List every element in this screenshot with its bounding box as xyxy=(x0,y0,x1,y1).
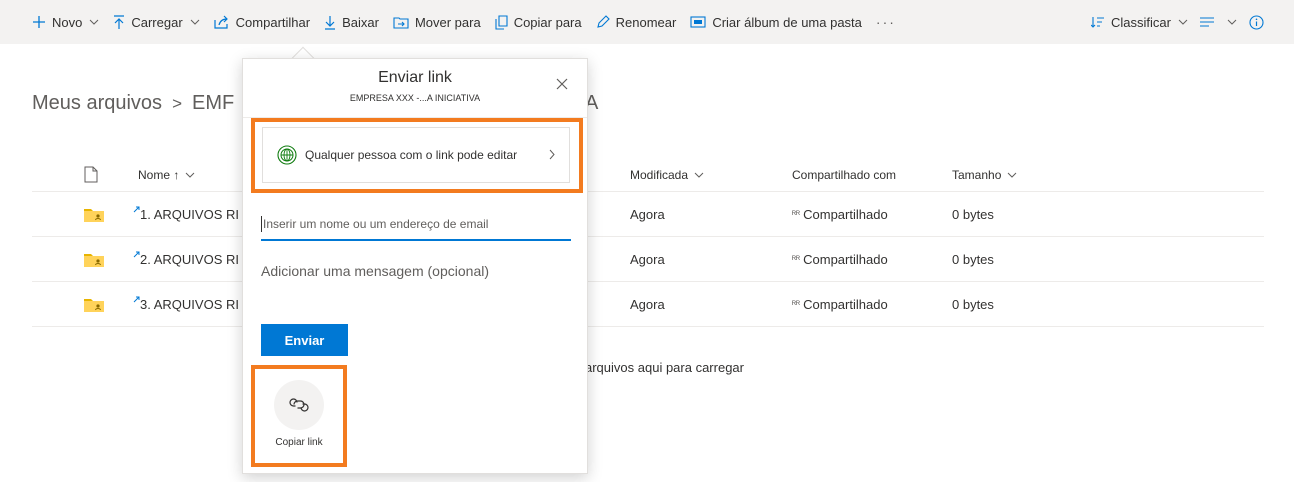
more-options-button[interactable]: ··· xyxy=(876,0,896,44)
file-name[interactable]: 3. ARQUIVOS RI xyxy=(140,282,239,326)
upload-button[interactable]: Carregar xyxy=(113,0,200,44)
file-shared-with: ᴿᴿ Compartilhado xyxy=(792,237,888,281)
move-to-button[interactable]: Mover para xyxy=(393,0,481,44)
sort-icon xyxy=(1091,16,1105,28)
link-settings-button[interactable]: Qualquer pessoa com o link pode editar xyxy=(262,127,570,183)
send-button[interactable]: Enviar xyxy=(261,324,348,356)
chevron-right-icon xyxy=(549,147,555,165)
table-row[interactable]: 3. ARQUIVOS RI Agora ᴿᴿ Compartilhado 0 … xyxy=(32,282,1264,327)
file-size: 0 bytes xyxy=(952,296,994,312)
chevron-down-icon xyxy=(1007,172,1017,178)
file-list-header: Nome ↑ Modificada Compartilhado com Tama… xyxy=(32,158,1264,192)
chevron-down-icon xyxy=(190,19,200,25)
create-album-button-label: Criar álbum de uma pasta xyxy=(712,14,862,30)
breadcrumb-root[interactable]: Meus arquivos xyxy=(32,92,162,114)
command-bar-right: Classificar xyxy=(1091,0,1282,44)
share-panel-subtitle: EMPRESA XXX -...A INICIATIVA xyxy=(349,93,481,103)
upload-button-label: Carregar xyxy=(131,14,183,30)
column-header-size-label: Tamanho xyxy=(952,167,1002,182)
shared-folder-icon xyxy=(84,282,104,326)
share-panel-title: Enviar link xyxy=(378,69,452,86)
share-panel: Enviar link EMPRESA XXX -...A INICIATIVA… xyxy=(242,58,588,474)
link-settings-label: Qualquer pessoa com o link pode editar xyxy=(305,148,518,162)
link-icon xyxy=(289,398,309,412)
breadcrumb: Meus arquivos > EMF xyxy=(32,92,234,115)
file-type-header-icon[interactable] xyxy=(84,158,98,191)
copy-icon xyxy=(495,14,508,30)
shared-folder-icon xyxy=(84,237,104,281)
people-icon: ᴿᴿ xyxy=(792,299,801,309)
table-row[interactable]: 2. ARQUIVOS RI Agora ᴿᴿ Compartilhado 0 … xyxy=(32,237,1264,282)
download-button[interactable]: Baixar xyxy=(324,0,379,44)
file-shared-label: Compartilhado xyxy=(803,296,888,312)
upload-icon xyxy=(113,14,125,30)
move-icon xyxy=(393,16,409,29)
column-header-name-label: Nome ↑ xyxy=(138,167,180,182)
chevron-down-icon xyxy=(1227,19,1237,25)
album-icon xyxy=(690,16,706,28)
people-icon: ᴿᴿ xyxy=(792,254,801,264)
people-icon: ᴿᴿ xyxy=(792,209,801,219)
file-shared-with: ᴿᴿ Compartilhado xyxy=(792,282,888,326)
file-list: Nome ↑ Modificada Compartilhado com Tama… xyxy=(32,158,1264,327)
sort-button-label: Classificar xyxy=(1111,14,1171,30)
column-header-size[interactable]: Tamanho xyxy=(952,158,1017,191)
shared-folder-icon xyxy=(84,192,104,236)
recipient-input[interactable]: Inserir um nome ou um endereço de email xyxy=(261,209,571,241)
recipient-input-placeholder: Inserir um nome ou um endereço de email xyxy=(263,217,489,231)
rename-button[interactable]: Renomear xyxy=(596,0,677,44)
column-header-modified[interactable]: Modificada xyxy=(630,158,704,191)
copy-link-label[interactable]: Copiar link xyxy=(255,437,343,448)
new-button-label: Novo xyxy=(52,14,83,30)
plus-icon xyxy=(32,15,46,29)
share-button[interactable]: Compartilhar xyxy=(214,0,310,44)
command-bar: Novo Carregar Compartilhar Baixar Mover … xyxy=(0,0,1294,44)
drop-hint: arquivos aqui para carregar xyxy=(585,360,744,375)
info-button[interactable] xyxy=(1249,0,1270,44)
message-input[interactable]: Adicionar uma mensagem (opcional) xyxy=(261,263,489,279)
column-header-name[interactable]: Nome ↑ xyxy=(138,158,195,191)
chevron-down-icon xyxy=(185,172,195,178)
column-header-modified-label: Modificada xyxy=(630,167,689,182)
info-icon xyxy=(1249,14,1264,30)
download-icon xyxy=(324,15,336,30)
text-cursor xyxy=(261,216,262,232)
chevron-down-icon xyxy=(89,19,99,25)
column-header-shared[interactable]: Compartilhado com xyxy=(792,158,896,191)
file-modified: Agora xyxy=(630,296,665,312)
file-shared-with: ᴿᴿ Compartilhado xyxy=(792,192,888,236)
file-name[interactable]: 1. ARQUIVOS RI xyxy=(140,192,239,236)
create-album-button[interactable]: Criar álbum de uma pasta xyxy=(690,0,862,44)
chevron-down-icon xyxy=(1178,19,1188,25)
file-shared-label: Compartilhado xyxy=(803,206,888,222)
copy-link-button[interactable] xyxy=(274,380,324,430)
close-icon[interactable] xyxy=(553,75,571,93)
file-size: 0 bytes xyxy=(952,206,994,222)
share-button-label: Compartilhar xyxy=(235,14,311,30)
view-options-button[interactable] xyxy=(1200,0,1237,44)
breadcrumb-separator: > xyxy=(172,94,182,113)
table-row[interactable]: 1. ARQUIVOS RI Agora ᴿᴿ Compartilhado 0 … xyxy=(32,192,1264,237)
file-size: 0 bytes xyxy=(952,251,994,267)
sort-button[interactable]: Classificar xyxy=(1091,0,1188,44)
globe-icon xyxy=(277,145,297,165)
new-button[interactable]: Novo xyxy=(32,0,99,44)
list-view-icon xyxy=(1200,17,1214,27)
file-name[interactable]: 2. ARQUIVOS RI xyxy=(140,237,239,281)
pencil-icon xyxy=(596,15,610,29)
file-modified: Agora xyxy=(630,251,665,267)
breadcrumb-current[interactable]: EMF xyxy=(192,92,234,114)
copy-to-button-label: Copiar para xyxy=(513,14,582,30)
rename-button-label: Renomear xyxy=(615,14,677,30)
file-shared-label: Compartilhado xyxy=(803,251,888,267)
chevron-down-icon xyxy=(694,172,704,178)
copy-to-button[interactable]: Copiar para xyxy=(495,0,582,44)
download-button-label: Baixar xyxy=(342,14,379,30)
move-to-button-label: Mover para xyxy=(414,14,481,30)
file-modified: Agora xyxy=(630,206,665,222)
share-icon xyxy=(214,15,230,29)
